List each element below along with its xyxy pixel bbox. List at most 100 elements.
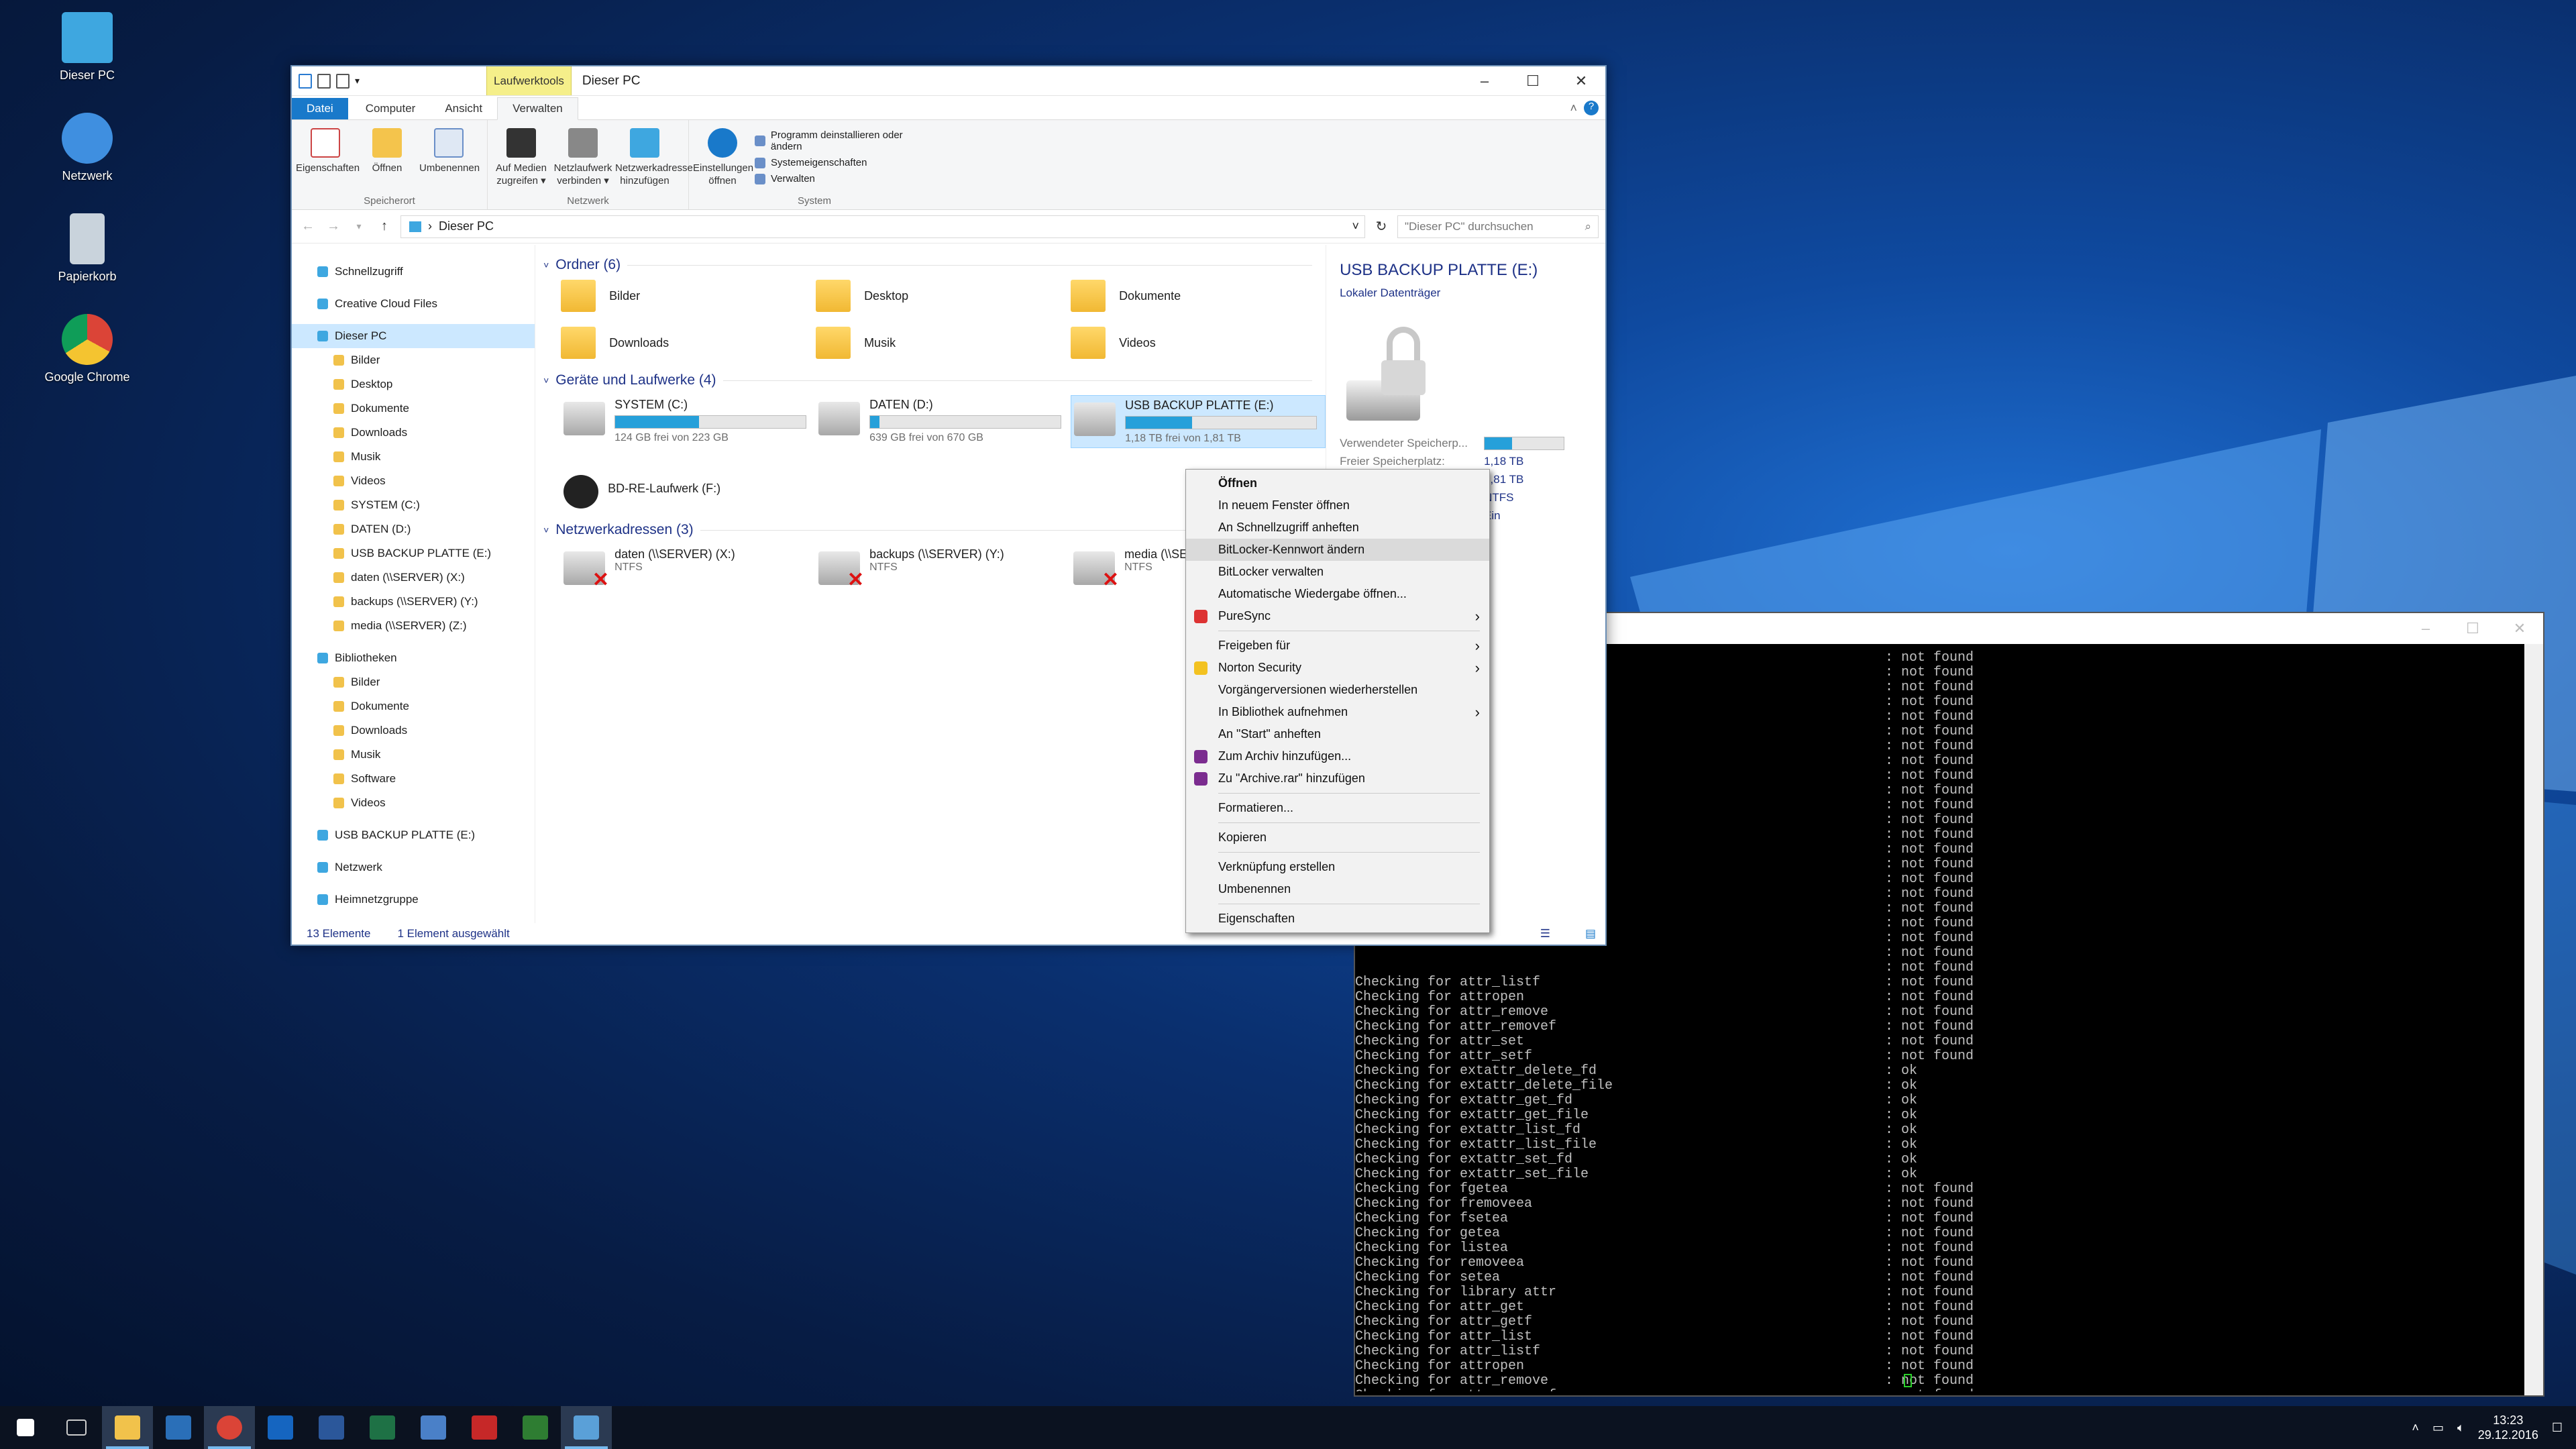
minimize-icon[interactable]: –: [2402, 613, 2449, 644]
collapse-ribbon-icon[interactable]: ˄: [1563, 101, 1584, 119]
folder-item[interactable]: Bilder: [561, 280, 816, 312]
taskbar-excel-button[interactable]: [357, 1406, 408, 1449]
nav-item[interactable]: Software: [292, 767, 535, 791]
taskbar-task-view-button[interactable]: [51, 1406, 102, 1449]
manage-button[interactable]: Verwalten: [755, 173, 936, 184]
nav-item[interactable]: Creative Cloud Files: [292, 292, 535, 316]
taskbar-word-button[interactable]: [306, 1406, 357, 1449]
menu-item[interactable]: In Bibliothek aufnehmen ›: [1186, 701, 1489, 723]
nav-item[interactable]: USB BACKUP PLATTE (E:): [292, 541, 535, 566]
tab-ansicht[interactable]: Ansicht: [430, 98, 497, 119]
up-icon[interactable]: ↑: [375, 219, 394, 234]
nav-item[interactable]: Bilder: [292, 348, 535, 372]
help-icon[interactable]: ?: [1584, 101, 1599, 115]
minimize-icon[interactable]: –: [1460, 66, 1509, 95]
nav-item[interactable]: Musik: [292, 445, 535, 469]
details-view-icon[interactable]: ☰: [1540, 927, 1558, 941]
nav-item[interactable]: Downloads: [292, 718, 535, 743]
menu-item[interactable]: Zum Archiv hinzufügen...: [1186, 745, 1489, 767]
breadcrumb[interactable]: Dieser PC: [439, 219, 494, 233]
folder-item[interactable]: Desktop: [816, 280, 1071, 312]
nav-item[interactable]: Bibliotheken: [292, 646, 535, 670]
system-properties-button[interactable]: Systemeigenschaften: [755, 157, 936, 168]
address-bar[interactable]: › Dieser PC ˅: [400, 215, 1365, 238]
notification-icon[interactable]: ☐: [2552, 1421, 2563, 1435]
menu-item[interactable]: Umbenennen: [1186, 878, 1489, 900]
drive-item[interactable]: BD-RE-Laufwerk (F:): [561, 468, 816, 511]
undo-icon[interactable]: [336, 73, 350, 89]
properties-icon[interactable]: [299, 73, 312, 89]
back-icon[interactable]: ←: [299, 219, 317, 234]
nav-item[interactable]: Desktop: [292, 372, 535, 396]
menu-item[interactable]: In neuem Fenster öffnen: [1186, 494, 1489, 517]
menu-item[interactable]: Eigenschaften: [1186, 908, 1489, 930]
tab-computer[interactable]: Computer: [351, 98, 431, 119]
drive-item[interactable]: DATEN (D:) 639 GB frei von 670 GB: [816, 395, 1071, 448]
nav-item[interactable]: Dokumente: [292, 396, 535, 421]
menu-item[interactable]: Verknüpfung erstellen: [1186, 856, 1489, 878]
chevron-up-icon[interactable]: ˄: [2412, 1421, 2419, 1435]
desktop-icon-netzwerk[interactable]: Netzwerk: [30, 113, 144, 183]
menu-item[interactable]: An Schnellzugriff anheften: [1186, 517, 1489, 539]
clock[interactable]: 13:23 29.12.2016: [2478, 1413, 2538, 1442]
new-folder-icon[interactable]: [317, 73, 331, 89]
nav-item[interactable]: Schnellzugriff: [292, 260, 535, 284]
menu-item[interactable]: PureSync ›: [1186, 605, 1489, 627]
menu-item[interactable]: BitLocker verwalten: [1186, 561, 1489, 583]
tiles-view-icon[interactable]: ▤: [1585, 927, 1605, 941]
menu-item[interactable]: BitLocker-Kennwort ändern: [1186, 539, 1489, 561]
terminal-scrollbar[interactable]: [2524, 644, 2543, 1395]
maximize-icon[interactable]: ☐: [1509, 66, 1557, 95]
menu-item[interactable]: Formatieren...: [1186, 797, 1489, 819]
nav-item[interactable]: media (\\SERVER) (Z:): [292, 614, 535, 638]
nav-item[interactable]: DATEN (D:): [292, 517, 535, 541]
taskbar-save-button[interactable]: [153, 1406, 204, 1449]
taskbar-terminal-button[interactable]: [561, 1406, 612, 1449]
tab-verwalten[interactable]: Verwalten: [497, 97, 578, 120]
maximize-icon[interactable]: ☐: [2449, 613, 2496, 644]
menu-item[interactable]: Automatische Wiedergabe öffnen...: [1186, 583, 1489, 605]
drive-item[interactable]: SYSTEM (C:) 124 GB frei von 223 GB: [561, 395, 816, 448]
chevron-down-icon[interactable]: ˅: [1352, 219, 1364, 233]
context-tab-drive-tools[interactable]: Laufwerktools: [486, 66, 572, 95]
explorer-titlebar[interactable]: ▾ Laufwerktools Dieser PC – ☐ ✕: [292, 66, 1605, 96]
nav-item[interactable]: Heimnetzgruppe: [292, 888, 535, 912]
network-location-item[interactable]: ✕ daten (\\SERVER) (X:) NTFS: [561, 545, 816, 591]
nav-item[interactable]: Dieser PC: [292, 324, 535, 348]
refresh-icon[interactable]: ↻: [1372, 218, 1391, 235]
chevron-down-icon[interactable]: ▾: [355, 75, 360, 87]
nav-item[interactable]: USB BACKUP PLATTE (E:): [292, 823, 535, 847]
folder-item[interactable]: Videos: [1071, 327, 1326, 359]
menu-item[interactable]: Freigeben für ›: [1186, 635, 1489, 657]
nav-item[interactable]: Dokumente: [292, 694, 535, 718]
desktop-icon-papierkorb[interactable]: Papierkorb: [30, 213, 144, 284]
desktop-icon-dieser-pc[interactable]: Dieser PC: [30, 12, 144, 83]
close-icon[interactable]: ✕: [1557, 66, 1605, 95]
menu-item[interactable]: Zu "Archive.rar" hinzufügen: [1186, 767, 1489, 790]
menu-item[interactable]: Vorgängerversionen wiederherstellen: [1186, 679, 1489, 701]
network-icon[interactable]: ▭: [2432, 1421, 2444, 1435]
chevron-down-icon[interactable]: ▾: [350, 221, 368, 232]
forward-icon[interactable]: →: [324, 219, 343, 234]
group-header-folders[interactable]: ˅ Ordner (6): [543, 257, 1326, 273]
taskbar-outlook-button[interactable]: [255, 1406, 306, 1449]
volume-icon[interactable]: 🔈︎: [2457, 1421, 2465, 1435]
drive-item[interactable]: USB BACKUP PLATTE (E:) 1,18 TB frei von 1…: [1071, 395, 1326, 448]
close-icon[interactable]: ✕: [2496, 613, 2543, 644]
nav-item[interactable]: Downloads: [292, 421, 535, 445]
folder-item[interactable]: Dokumente: [1071, 280, 1326, 312]
nav-item[interactable]: SYSTEM (C:): [292, 493, 535, 517]
folder-item[interactable]: Downloads: [561, 327, 816, 359]
nav-item[interactable]: Netzwerk: [292, 855, 535, 879]
network-location-item[interactable]: ✕ backups (\\SERVER) (Y:) NTFS: [816, 545, 1071, 591]
nav-item[interactable]: Videos: [292, 469, 535, 493]
taskbar-app-button[interactable]: [510, 1406, 561, 1449]
nav-item[interactable]: Videos: [292, 791, 535, 815]
uninstall-program-button[interactable]: Programm deinstallieren oder ändern: [755, 129, 936, 152]
nav-item[interactable]: Musik: [292, 743, 535, 767]
taskbar-start-button[interactable]: [0, 1406, 51, 1449]
folder-item[interactable]: Musik: [816, 327, 1071, 359]
menu-item[interactable]: An "Start" anheften: [1186, 723, 1489, 745]
nav-item[interactable]: daten (\\SERVER) (X:): [292, 566, 535, 590]
menu-item[interactable]: Öffnen: [1186, 472, 1489, 494]
